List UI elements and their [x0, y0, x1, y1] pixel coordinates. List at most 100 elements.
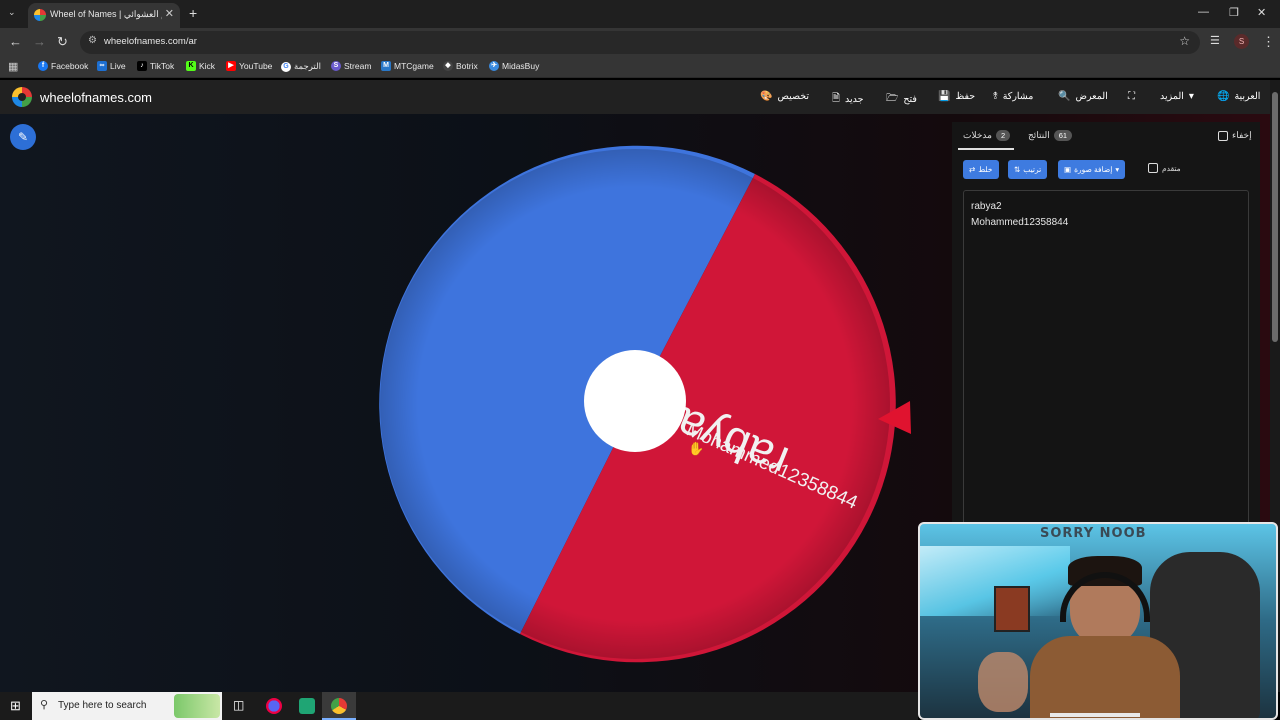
media-icon[interactable]: ☰: [1210, 34, 1220, 47]
sort-button[interactable]: ⇅ ترتيب: [1008, 160, 1048, 179]
add-image-button[interactable]: ▣ إضافة صورة ▾: [1058, 160, 1126, 179]
wheel-center-hub[interactable]: [584, 350, 686, 452]
entries-count-badge: 2: [995, 130, 1011, 141]
menu-more[interactable]: المزيد ▾: [1160, 91, 1194, 102]
task-view-icon[interactable]: ◫: [233, 698, 244, 712]
entries-textarea[interactable]: rabya2 Mohammed12358844: [963, 190, 1249, 530]
image-icon: ▣: [1064, 165, 1072, 174]
taskbar-search-box[interactable]: ⚲ Type here to search: [32, 692, 222, 720]
new-file-icon: 🗎: [832, 93, 841, 104]
discord-icon[interactable]: [266, 698, 282, 714]
youtube-icon: ▶: [226, 61, 236, 71]
forward-icon[interactable]: →: [33, 34, 46, 49]
results-count-badge: 61: [1053, 130, 1073, 141]
hide-toggle[interactable]: إخفاء: [1218, 130, 1252, 141]
windows-start-icon[interactable]: ⊞: [10, 698, 21, 714]
chrome-icon[interactable]: [331, 698, 347, 714]
mtcgame-icon: M: [381, 61, 391, 71]
windows-taskbar: ⊞ ⚲ Type here to search ◫: [0, 692, 918, 720]
tab-title: Wheel of Names | عجلة الاسم العشوائي: [50, 9, 162, 19]
menu-customize[interactable]: 🎨 تخصيص: [760, 91, 809, 102]
folder-icon: 🗁: [886, 93, 899, 104]
new-tab-icon[interactable]: +: [189, 5, 197, 21]
menu-gallery[interactable]: 🔍 المعرض: [1058, 91, 1108, 102]
bookmark-mtcgame[interactable]: M MTCgame: [381, 61, 434, 71]
minimize-icon[interactable]: —: [1198, 6, 1209, 18]
menu-open[interactable]: 🗁 فتح: [886, 91, 917, 108]
palette-icon: 🎨: [760, 91, 773, 102]
wheelofnames-logo-icon[interactable]: [12, 87, 32, 107]
browser-tab-active[interactable]: Wheel of Names | عجلة الاسم العشوائي ✕: [28, 3, 180, 28]
fullscreen-button[interactable]: ⛶: [1128, 91, 1135, 102]
globe-icon: 🌐: [1217, 91, 1230, 102]
tab-entries[interactable]: مدخلات 2: [963, 130, 1011, 141]
close-tab-icon[interactable]: ✕: [165, 7, 174, 20]
menu-language[interactable]: 🌐 العربية: [1217, 91, 1260, 102]
caret-down-icon: ▾: [1188, 91, 1194, 102]
advanced-toggle[interactable]: متقدم: [1148, 163, 1181, 173]
bookmark-star-icon[interactable]: ☆: [1179, 34, 1190, 48]
menu-share[interactable]: ⥉ مشاركة: [993, 91, 1033, 102]
bookmark-midasbuy[interactable]: ✈ MidasBuy: [489, 61, 539, 71]
webcam-lower-bar: [1050, 713, 1140, 717]
stream-icon: S: [331, 61, 341, 71]
bookmark-translate[interactable]: G الترجمة: [281, 61, 321, 72]
sort-icon: ⇅: [1014, 165, 1021, 174]
pencil-icon: ✎: [17, 130, 29, 144]
site-name[interactable]: wheelofnames.com: [40, 90, 152, 105]
tiktok-icon: ♪: [137, 61, 147, 71]
browser-tab-strip: ⌄ Wheel of Names | عجلة الاسم العشوائي ✕…: [0, 0, 1280, 28]
omnibox[interactable]: ⚙ wheelofnames.com/ar ☆: [80, 31, 1200, 54]
shuffle-icon: ⇄: [969, 165, 976, 174]
tab-results[interactable]: النتائج 61: [1028, 130, 1073, 141]
search-icon: ⚲: [40, 699, 49, 711]
wheel-favicon-icon: [34, 9, 46, 21]
bookmark-stream[interactable]: S Stream: [331, 61, 371, 71]
share-icon: ⥉: [993, 91, 998, 102]
shuffle-button[interactable]: ⇄ خلط: [963, 160, 999, 179]
bookmark-live[interactable]: ∞ Live: [97, 61, 126, 71]
browser-menu-icon[interactable]: ⋮: [1262, 34, 1275, 50]
bookmark-kick[interactable]: K Kick: [186, 61, 215, 71]
bookmarks-bar: ▦ f Facebook ∞ Live ♪ TikTok K Kick ▶ YouTube…: [0, 56, 1280, 78]
tab-list-icon[interactable]: ⌄: [8, 7, 16, 18]
restore-icon[interactable]: ❐: [1229, 6, 1239, 19]
bookmark-facebook[interactable]: f Facebook: [38, 61, 88, 71]
poster: [994, 586, 1030, 632]
scrollbar-thumb[interactable]: [1272, 92, 1278, 342]
active-tab-indicator: [958, 148, 1014, 150]
person-body: [1030, 636, 1180, 718]
fullscreen-icon: ⛶: [1128, 91, 1135, 102]
facebook-icon: f: [38, 61, 48, 71]
hide-checkbox[interactable]: [1218, 130, 1228, 141]
menu-new[interactable]: 🗎 جديد: [832, 91, 864, 108]
spin-wheel[interactable]: rabya2 Mohammed12358844: [370, 144, 930, 669]
reload-icon[interactable]: ↻: [57, 34, 68, 50]
profile-avatar[interactable]: S: [1234, 34, 1249, 49]
caret-down-icon: ▾: [1115, 165, 1120, 174]
menu-save[interactable]: 💾 حفظ: [938, 91, 975, 102]
app-green-icon[interactable]: [299, 698, 315, 714]
apps-grid-icon[interactable]: ▦: [8, 60, 18, 73]
site-info-icon[interactable]: ⚙: [88, 35, 97, 46]
webcam-overlay: SORRY NOOB: [918, 522, 1278, 720]
edit-pencil-button[interactable]: ✎: [10, 124, 36, 150]
bookmark-botrix[interactable]: ◆ Botrix: [443, 61, 478, 71]
google-icon: G: [281, 61, 291, 72]
entry-line: rabya2: [971, 201, 1002, 212]
save-icon: 💾: [938, 91, 951, 102]
bookmark-tiktok[interactable]: ♪ TikTok: [137, 61, 174, 71]
back-icon[interactable]: ←: [9, 34, 22, 49]
person-hand: [978, 652, 1028, 712]
url-text[interactable]: wheelofnames.com/ar: [104, 36, 197, 47]
search-placeholder: Type here to search: [58, 700, 147, 711]
advanced-checkbox[interactable]: [1148, 163, 1158, 173]
search-highlight-image: [174, 694, 220, 718]
close-window-icon[interactable]: ✕: [1257, 6, 1266, 19]
entry-line: Mohammed12358844: [971, 217, 1069, 228]
search-icon: 🔍: [1058, 91, 1071, 102]
site-header: wheelofnames.com 🎨 تخصيص 🗎 جديد 🗁 فتح 💾 حفظ …: [0, 80, 1270, 114]
address-bar-row: ← → ↻ ⚙ wheelofnames.com/ar ☆ ☰ S ⋮: [0, 28, 1280, 56]
bookmark-youtube[interactable]: ▶ YouTube: [226, 61, 272, 71]
botrix-icon: ◆: [443, 61, 453, 71]
